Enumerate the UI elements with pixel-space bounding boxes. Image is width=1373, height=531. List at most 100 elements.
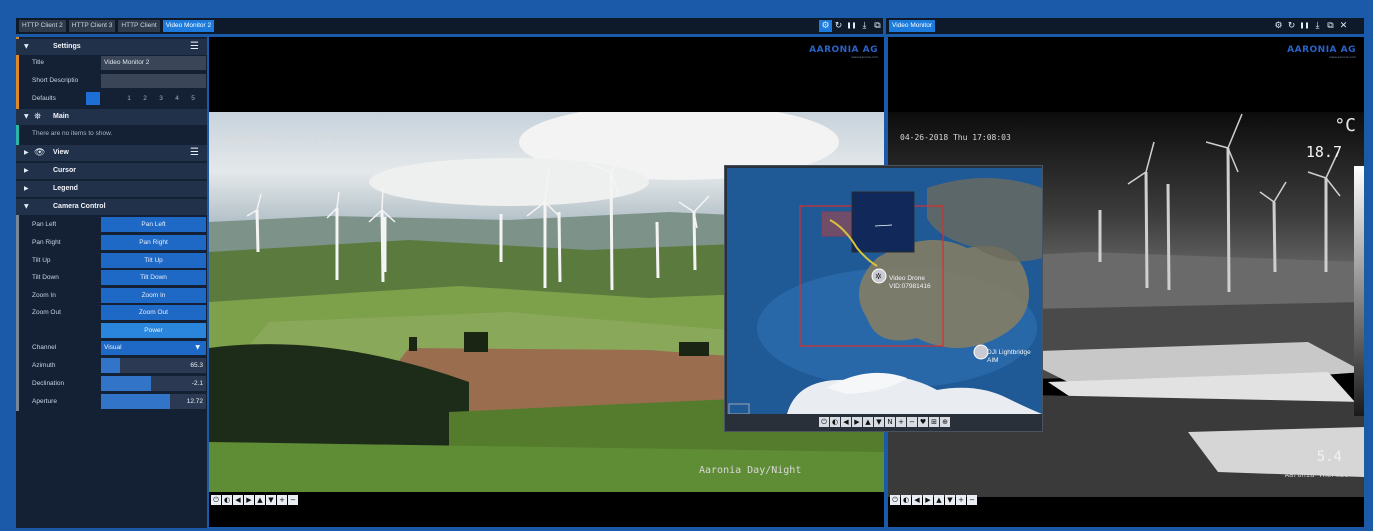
collapse-icon[interactable]: ▼ <box>24 109 29 125</box>
settings-gear-icon[interactable]: ⚙ <box>819 20 832 32</box>
view-section-header[interactable]: ▶ 👁 View ☰ <box>16 145 207 161</box>
declination-slider[interactable]: -2.1 <box>101 376 206 391</box>
settings-gear-icon[interactable]: ⚙ <box>1272 20 1285 32</box>
refresh-icon[interactable]: ↻ <box>1285 20 1298 32</box>
legend-section-header[interactable]: ▶ Legend <box>16 181 207 197</box>
pause-icon[interactable]: ❚❚ <box>1298 20 1311 32</box>
tilt-down-icon[interactable]: ▼ <box>945 495 955 505</box>
defaults-selected-segment[interactable] <box>86 92 100 105</box>
collapse-icon[interactable]: ▼ <box>24 199 29 215</box>
svg-text:✲: ✲ <box>875 272 882 281</box>
pan-right-icon[interactable]: ▶ <box>852 417 862 427</box>
zoom-out-icon[interactable]: − <box>907 417 917 427</box>
left-tab-bar: HTTP Client 2 HTTP Client 3 HTTP Client … <box>16 18 894 34</box>
pan-left-icon[interactable]: ◀ <box>912 495 922 505</box>
tab-http-client[interactable]: HTTP Client <box>118 20 160 32</box>
dji-target-label: DJI Lightbridge AIM <box>987 349 1031 364</box>
aperture-slider-fill <box>101 394 171 409</box>
settings-section-header[interactable]: ▼ Settings ☰ <box>16 39 207 55</box>
pan-left-button[interactable]: Pan Left <box>101 217 206 232</box>
restore-icon[interactable]: ⧉ <box>1324 20 1337 32</box>
tilt-up-button[interactable]: Tilt Up <box>101 253 206 268</box>
radar-map-window[interactable]: ✲ Video Drone VID:07981416 DJI Lightbridg… <box>724 165 1043 432</box>
right-window-controls: ⚙ ↻ ❚❚ ⤓ ⧉ ✕ <box>1272 20 1350 32</box>
defaults-option-1[interactable]: 1 <box>122 92 136 105</box>
tab-video-monitor-2[interactable]: Video Monitor 2 <box>162 20 215 32</box>
zoom-in-button[interactable]: Zoom In <box>101 288 206 303</box>
crosshair-icon[interactable]: ⊕ <box>940 417 950 427</box>
camera-control-section-header[interactable]: ▼ Camera Control <box>16 199 207 215</box>
defaults-option-4[interactable]: 4 <box>170 92 184 105</box>
north-icon[interactable]: N <box>885 417 895 427</box>
tab-http-client-2[interactable]: HTTP Client 2 <box>19 20 66 32</box>
defaults-option-2[interactable]: 2 <box>138 92 152 105</box>
contrast-icon[interactable]: ◐ <box>830 417 840 427</box>
tilt-up-icon[interactable]: ▲ <box>255 495 265 505</box>
short-description-field[interactable] <box>101 74 206 88</box>
zoom-in-icon[interactable]: + <box>896 417 906 427</box>
download-icon[interactable]: ⤓ <box>1311 20 1324 32</box>
restore-icon[interactable]: ⧉ <box>871 20 884 32</box>
zoom-out-label: Zoom Out <box>32 309 61 316</box>
pause-icon[interactable]: ❚❚ <box>845 20 858 32</box>
expand-icon[interactable]: ▶ <box>24 181 29 197</box>
grid-icon[interactable]: ⊞ <box>929 417 939 427</box>
pan-right-icon[interactable]: ▶ <box>244 495 254 505</box>
main-section-header[interactable]: ▼ ⛯ Main <box>16 109 207 125</box>
settings-title: Settings <box>53 43 81 50</box>
defaults-option-3[interactable]: 3 <box>154 92 168 105</box>
favorite-icon[interactable]: ♥ <box>918 417 928 427</box>
tilt-down-button[interactable]: Tilt Down <box>101 270 206 285</box>
user-group-icon: ⛯ <box>34 112 42 122</box>
defaults-option-5[interactable]: 5 <box>186 92 200 105</box>
pan-left-icon[interactable]: ◀ <box>233 495 243 505</box>
zoom-out-button[interactable]: Zoom Out <box>101 305 206 320</box>
contrast-icon[interactable]: ◐ <box>222 495 232 505</box>
power-button[interactable]: Power <box>101 323 206 338</box>
tilt-down-label: Tilt Down <box>32 274 59 281</box>
temperature-max: 18.7 <box>1305 143 1342 161</box>
pan-left-icon[interactable]: ◀ <box>841 417 851 427</box>
hamburger-menu-icon[interactable]: ☰ <box>190 145 199 161</box>
power-icon[interactable]: ⏻ <box>890 495 900 505</box>
tilt-up-label: Tilt Up <box>32 257 51 264</box>
expand-icon[interactable]: ▶ <box>24 163 29 179</box>
timestamp-overlay: 04-26-2018 Thu 17:08:03 <box>222 133 361 144</box>
close-icon[interactable]: ✕ <box>1337 20 1350 32</box>
channel-select[interactable]: Visual ▼ <box>101 341 206 355</box>
tilt-down-icon[interactable]: ▼ <box>266 495 276 505</box>
hamburger-menu-icon[interactable]: ☰ <box>190 39 199 55</box>
zoom-in-icon[interactable]: + <box>277 495 287 505</box>
pan-right-button[interactable]: Pan Right <box>101 235 206 250</box>
contrast-icon[interactable]: ◐ <box>901 495 911 505</box>
sidebar: ▼ Settings ☰ Title Video Monitor 2 Short… <box>16 37 207 528</box>
aperture-slider[interactable]: 12.72 <box>101 394 206 409</box>
tab-http-client-3[interactable]: HTTP Client 3 <box>68 20 116 32</box>
refresh-icon[interactable]: ↻ <box>832 20 845 32</box>
pan-right-icon[interactable]: ▶ <box>923 495 933 505</box>
tilt-down-icon[interactable]: ▼ <box>874 417 884 427</box>
zoom-out-icon[interactable]: − <box>967 495 977 505</box>
tab-video-monitor[interactable]: Video Monitor <box>889 20 935 32</box>
expand-icon[interactable]: ▶ <box>24 145 29 161</box>
zoom-in-label: Zoom In <box>32 292 56 299</box>
app-window: HTTP Client 2 HTTP Client 3 HTTP Client … <box>0 0 1373 531</box>
title-field[interactable]: Video Monitor 2 <box>101 56 206 70</box>
power-icon[interactable]: ⏻ <box>819 417 829 427</box>
short-description-label: Short Descriptio <box>32 77 79 84</box>
main-title: Main <box>53 113 69 120</box>
eye-icon: 👁 <box>34 148 46 158</box>
tilt-up-icon[interactable]: ▲ <box>863 417 873 427</box>
pan-right-label: Pan Right <box>32 239 61 246</box>
tilt-up-icon[interactable]: ▲ <box>934 495 944 505</box>
zoom-in-icon[interactable]: + <box>956 495 966 505</box>
cursor-title: Cursor <box>53 167 76 174</box>
zoom-out-icon[interactable]: − <box>288 495 298 505</box>
download-icon[interactable]: ⤓ <box>858 20 871 32</box>
declination-slider-fill <box>101 376 152 391</box>
cursor-section-header[interactable]: ▶ Cursor <box>16 163 207 179</box>
power-icon[interactable]: ⏻ <box>211 495 221 505</box>
radar-map[interactable]: ✲ <box>727 168 1042 414</box>
collapse-icon[interactable]: ▼ <box>24 39 29 55</box>
azimuth-slider[interactable]: 65.3 <box>101 358 206 373</box>
